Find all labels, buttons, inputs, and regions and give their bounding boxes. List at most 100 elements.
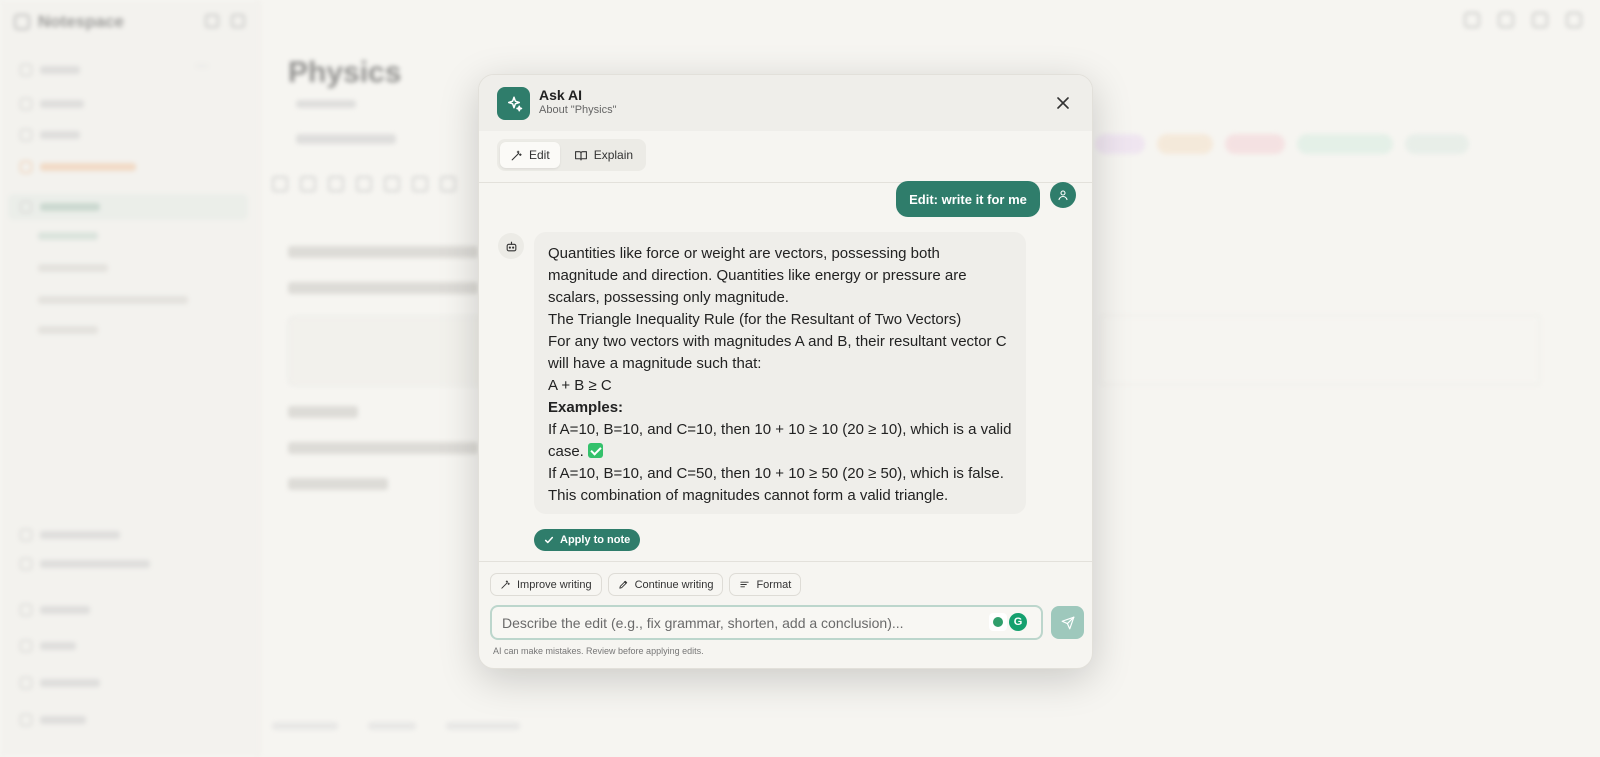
document-text-line bbox=[288, 246, 478, 258]
sidebar-subitem bbox=[38, 326, 98, 334]
share-icon bbox=[1464, 12, 1480, 28]
continue-writing-label: Continue writing bbox=[634, 578, 714, 591]
response-formula: A + B ≥ C bbox=[548, 377, 612, 394]
tab-edit-label: Edit bbox=[529, 148, 550, 162]
sidebar-item-section bbox=[20, 529, 120, 541]
sidebar-subitem bbox=[38, 264, 108, 272]
sidebar-item-updates bbox=[20, 98, 84, 110]
document-callout bbox=[288, 316, 488, 386]
wand-icon bbox=[501, 580, 510, 589]
sidebar-item-physics bbox=[8, 194, 248, 220]
gear-icon bbox=[20, 604, 32, 616]
edit-icon bbox=[1498, 12, 1514, 28]
improve-writing-button[interactable]: Improve writing bbox=[490, 573, 602, 596]
user-avatar bbox=[1050, 182, 1076, 208]
apply-to-note-label: Apply to note bbox=[560, 534, 631, 546]
sidebar-item-section bbox=[20, 558, 150, 570]
dialog-subtitle: About "Physics" bbox=[539, 104, 617, 116]
check-icon bbox=[544, 536, 554, 544]
document-title: Physics bbox=[288, 56, 402, 89]
prompt-input[interactable] bbox=[492, 607, 1041, 638]
close-button[interactable] bbox=[1053, 93, 1073, 113]
star-icon bbox=[20, 161, 32, 173]
sidebar-item-home bbox=[20, 129, 80, 141]
close-icon bbox=[1057, 97, 1069, 109]
ai-response: Quantities like force or weight are vect… bbox=[534, 232, 1026, 514]
grammarly-icon[interactable]: G bbox=[1009, 613, 1027, 631]
continue-writing-button[interactable]: Continue writing bbox=[607, 573, 724, 596]
document-text-line bbox=[288, 442, 478, 454]
editor-toolbar bbox=[272, 176, 456, 192]
settings-icon bbox=[1566, 12, 1582, 28]
sidebar-item-settings bbox=[20, 604, 90, 616]
quick-actions: Improve writing Continue writing Format bbox=[490, 573, 802, 596]
document-tags bbox=[1095, 134, 1469, 154]
format-label: Format bbox=[756, 578, 792, 591]
response-paragraph: Quantities like force or weight are vect… bbox=[548, 245, 967, 306]
user-icon bbox=[1058, 190, 1068, 201]
book-icon bbox=[574, 150, 587, 160]
search-shortcut-badge bbox=[196, 64, 208, 68]
workspace-header: Notespace bbox=[14, 12, 124, 32]
workspace-logo-icon bbox=[14, 14, 30, 30]
page-icon bbox=[20, 201, 32, 213]
mode-tabs: Edit Explain bbox=[497, 139, 647, 171]
tab-explain[interactable]: Explain bbox=[564, 142, 643, 168]
ai-avatar bbox=[498, 233, 524, 259]
extension-icons: G bbox=[989, 613, 1027, 631]
sidebar-item-dark-mode bbox=[20, 677, 100, 689]
workspace-name: Notespace bbox=[38, 12, 124, 31]
trash-icon bbox=[20, 640, 32, 652]
sidebar-header-icons bbox=[205, 14, 245, 28]
response-examples-heading: Examples: bbox=[548, 399, 624, 416]
document-text-line bbox=[288, 406, 358, 418]
user-message: Edit: write it for me bbox=[896, 181, 1040, 217]
format-button[interactable]: Format bbox=[729, 573, 802, 596]
collapse-sidebar-icon bbox=[231, 14, 245, 28]
improve-writing-label: Improve writing bbox=[517, 578, 592, 591]
star-icon bbox=[1532, 12, 1548, 28]
pencil-icon bbox=[618, 580, 627, 589]
tab-explain-label: Explain bbox=[593, 148, 634, 162]
response-paragraph: For any two vectors with magnitudes A an… bbox=[548, 333, 1007, 372]
document-footer bbox=[272, 722, 520, 730]
home-icon bbox=[20, 129, 32, 141]
sidebar-subitem bbox=[38, 296, 188, 304]
response-example: If A=10, B=10, and C=50, then 10 + 10 ≥ … bbox=[548, 465, 1004, 504]
disclaimer: AI can make mistakes. Review before appl… bbox=[493, 646, 704, 656]
response-example: If A=10, B=10, and C=10, then 10 + 10 ≥ … bbox=[548, 421, 1012, 460]
top-right-icons bbox=[1464, 12, 1582, 28]
search-icon bbox=[20, 64, 32, 76]
wand-icon bbox=[511, 150, 522, 160]
divider bbox=[479, 561, 1092, 562]
sidebar-item-favorites bbox=[20, 161, 136, 173]
check-mark-icon bbox=[588, 443, 604, 458]
sidebar-subitem bbox=[38, 232, 98, 240]
dialog-header: Ask AI About "Physics" bbox=[479, 75, 1092, 131]
sidebar: Notespace bbox=[0, 0, 260, 757]
bell-icon bbox=[20, 98, 32, 110]
extension-icon[interactable] bbox=[989, 613, 1007, 631]
document-table bbox=[1100, 315, 1540, 385]
send-button[interactable] bbox=[1051, 606, 1084, 639]
response-paragraph: The Triangle Inequality Rule (for the Re… bbox=[548, 311, 962, 328]
bot-icon bbox=[506, 241, 516, 251]
sidebar-item-search bbox=[20, 64, 80, 76]
folder-icon bbox=[20, 529, 32, 541]
document-text-line bbox=[288, 478, 388, 490]
apply-to-note-button[interactable]: Apply to note bbox=[534, 529, 641, 551]
ask-ai-dialog: Ask AI About "Physics" Edit Explain Edit… bbox=[478, 74, 1093, 669]
document-tags-row bbox=[296, 134, 396, 144]
document-meta bbox=[296, 100, 356, 108]
prompt-input-wrapper: G bbox=[490, 605, 1043, 640]
sidebar-item-sign-out bbox=[20, 714, 86, 726]
logout-icon bbox=[20, 714, 32, 726]
tab-edit[interactable]: Edit bbox=[500, 142, 560, 168]
moon-icon bbox=[20, 677, 32, 689]
send-icon bbox=[1061, 616, 1074, 629]
folder-icon bbox=[20, 558, 32, 570]
ai-sparkle-icon bbox=[497, 87, 530, 120]
list-icon bbox=[740, 581, 750, 588]
sidebar-item-trash bbox=[20, 640, 76, 652]
document-text-line bbox=[288, 282, 478, 294]
